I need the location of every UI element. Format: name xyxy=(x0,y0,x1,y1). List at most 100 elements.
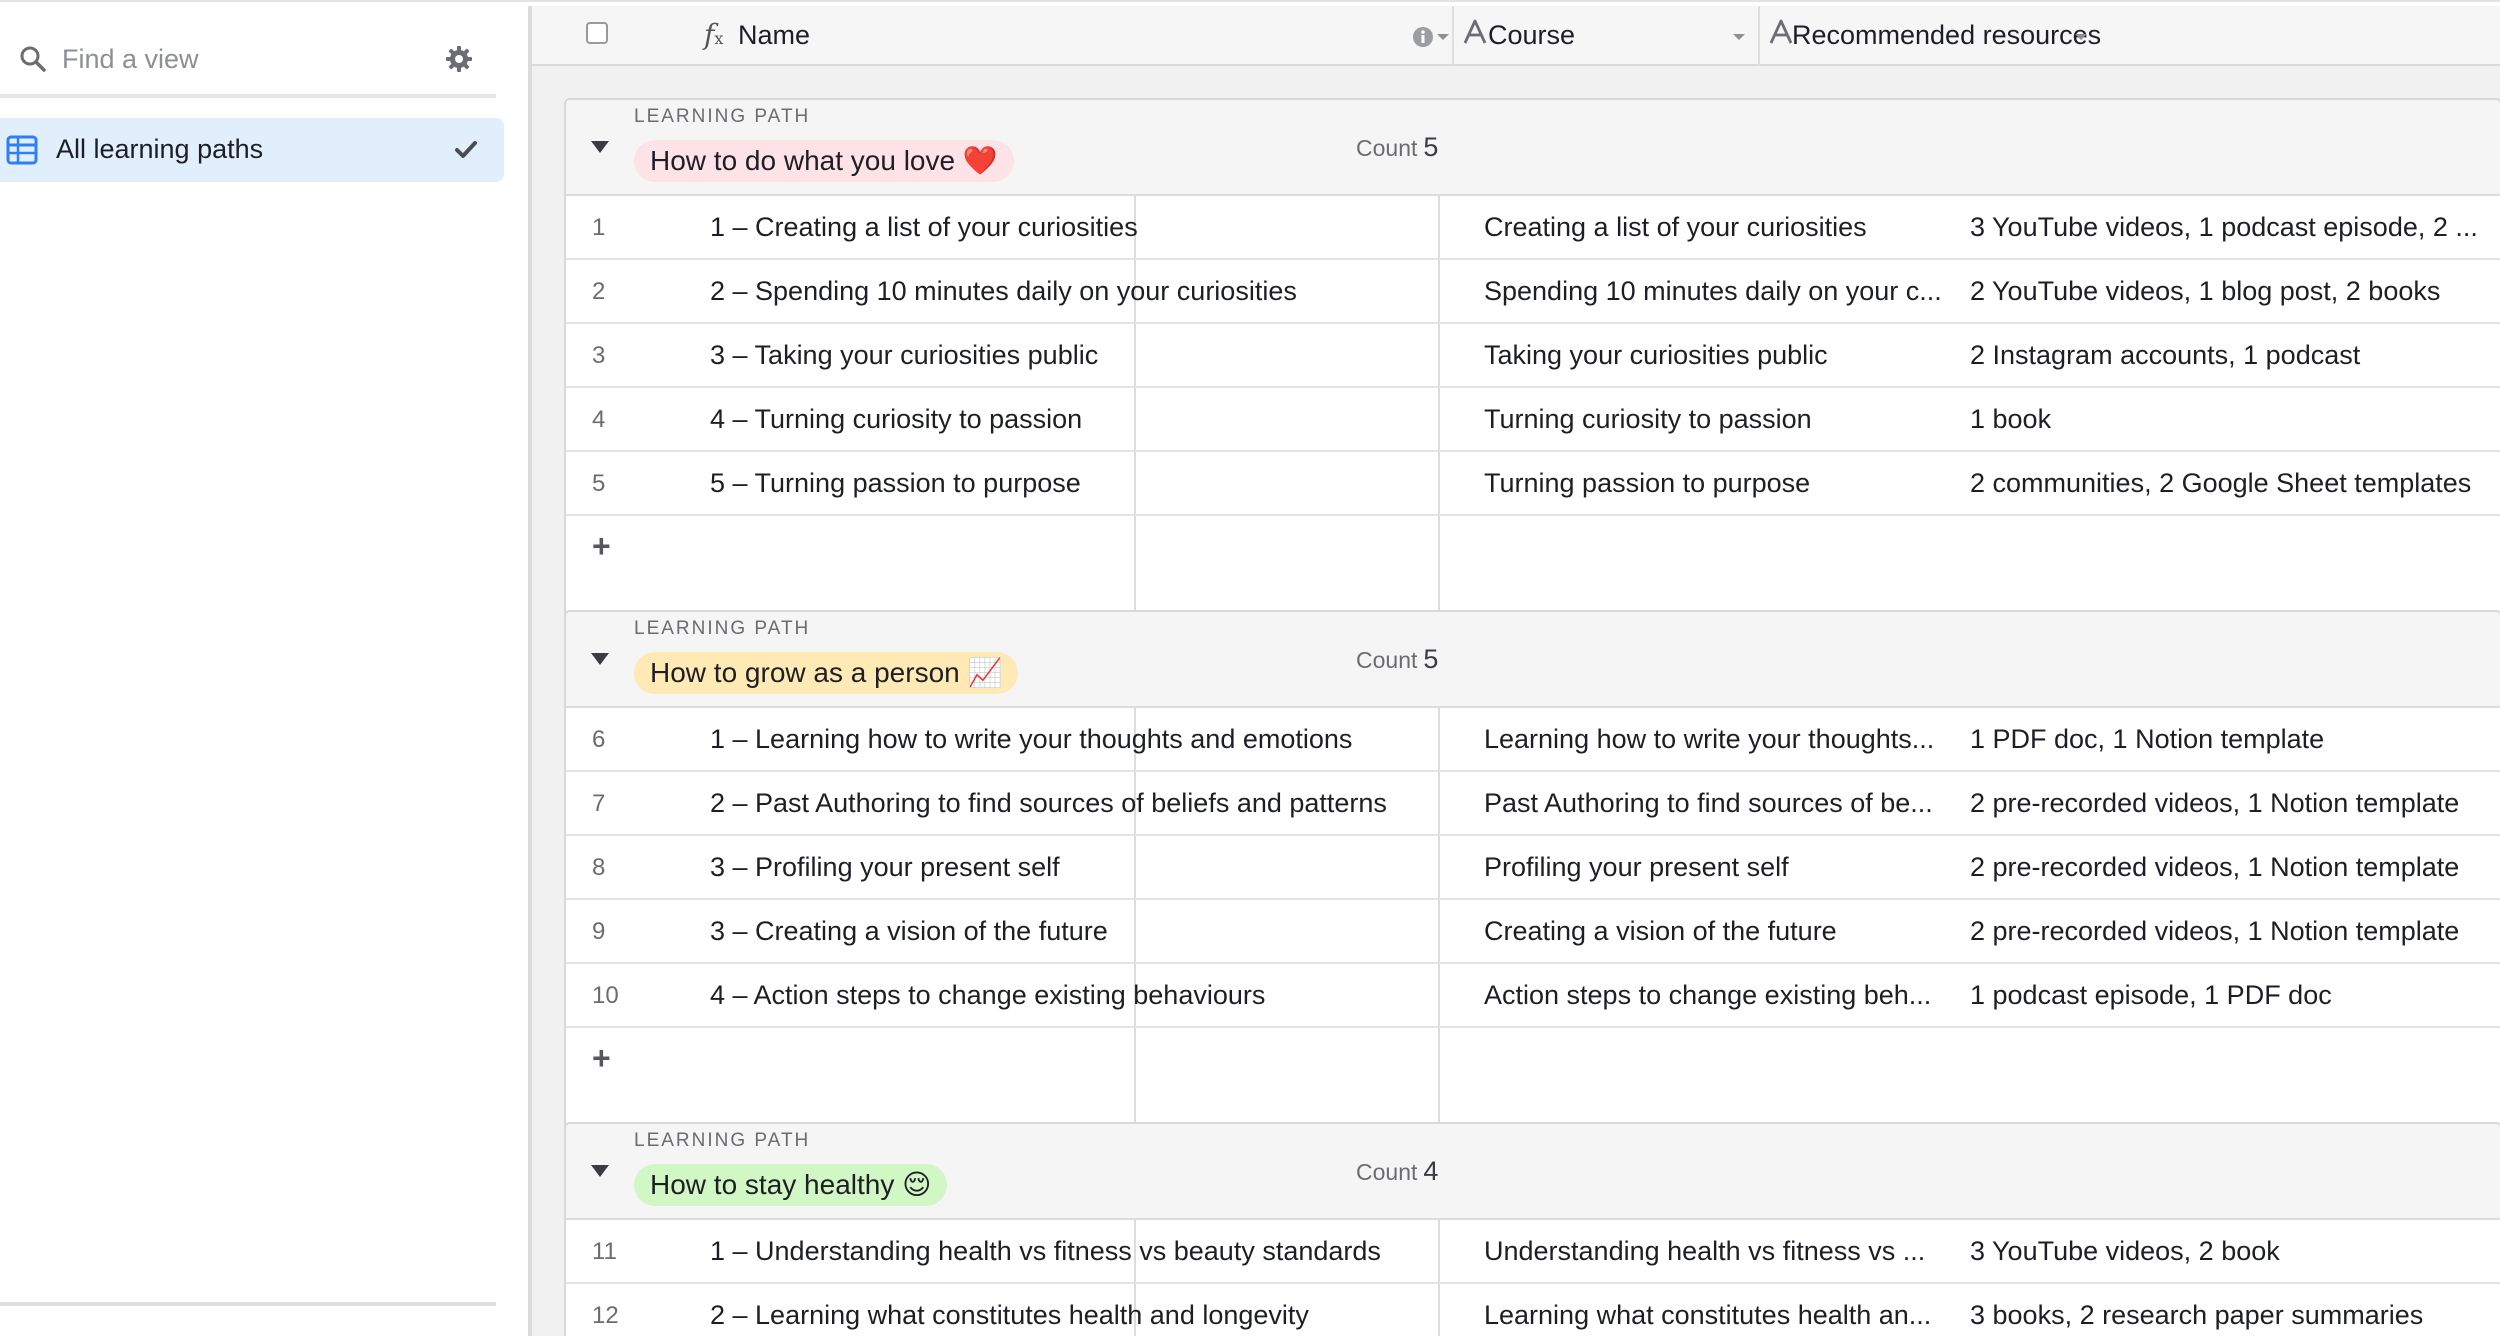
cell-resources[interactable]: 2 pre-recorded videos, 1 Notion template xyxy=(1970,916,2500,947)
plus-icon[interactable]: + xyxy=(592,528,611,565)
cell-name[interactable]: 4 – Action steps to change existing beha… xyxy=(710,980,1454,1011)
grid-view-icon xyxy=(6,135,38,165)
row-number: 5 xyxy=(592,470,606,497)
collapse-caret-icon[interactable] xyxy=(590,1164,610,1178)
cell-course[interactable]: Action steps to change existing beh... xyxy=(1484,980,1956,1011)
cell-course[interactable]: Turning passion to purpose xyxy=(1484,468,1956,499)
cell-resources[interactable]: 3 YouTube videos, 1 podcast episode, 2 .… xyxy=(1970,212,2500,243)
table-row[interactable]: 4 4 – Turning curiosity to passion Turning… xyxy=(566,388,2500,452)
row-number: 1 xyxy=(592,214,606,241)
row-number: 6 xyxy=(592,726,606,753)
chevron-down-icon[interactable] xyxy=(1436,32,1450,42)
count-value: 5 xyxy=(1423,644,1439,674)
count-value: 4 xyxy=(1423,1156,1439,1186)
cell-name[interactable]: 2 – Spending 10 minutes daily on your cu… xyxy=(710,276,1454,307)
cell-name[interactable]: 4 – Turning curiosity to passion xyxy=(710,404,1454,435)
cell-resources[interactable]: 2 Instagram accounts, 1 podcast xyxy=(1970,340,2500,371)
count-label: Count xyxy=(1356,135,1418,161)
grid-view: fx Name Course Recommended resources LEA… xyxy=(532,6,2500,1336)
formula-field-icon: fx xyxy=(704,18,724,51)
cell-course[interactable]: Spending 10 minutes daily on your c... xyxy=(1484,276,1956,307)
views-sidebar: All learning paths xyxy=(0,6,530,1336)
count-value: 5 xyxy=(1423,132,1439,162)
group-header[interactable]: LEARNING PATH How to stay healthy 😌 Coun… xyxy=(566,1124,2500,1220)
cell-name[interactable]: 1 – Learning how to write your thoughts … xyxy=(710,724,1454,755)
group-title-pill: How to grow as a person 📈 xyxy=(634,652,1019,694)
table-row[interactable]: 9 3 – Creating a vision of the future Crea… xyxy=(566,900,2500,964)
cell-name[interactable]: 3 – Creating a vision of the future xyxy=(710,916,1454,947)
add-record-row[interactable]: + xyxy=(566,516,2500,578)
group-how-to-do-what-you-love: LEARNING PATH How to do what you love ❤️… xyxy=(564,98,2500,620)
group-field-label: LEARNING PATH xyxy=(634,1130,811,1151)
cell-course[interactable]: Creating a list of your curiosities xyxy=(1484,212,1956,243)
cell-resources[interactable]: 1 book xyxy=(1970,404,2500,435)
search-icon xyxy=(20,46,46,72)
collapse-caret-icon[interactable] xyxy=(590,140,610,154)
row-number: 11 xyxy=(592,1238,617,1265)
info-icon[interactable] xyxy=(1412,26,1434,48)
cell-resources[interactable]: 1 podcast episode, 1 PDF doc xyxy=(1970,980,2500,1011)
plus-icon[interactable]: + xyxy=(592,1040,611,1077)
group-title-pill: How to do what you love ❤️ xyxy=(634,140,1014,182)
cell-course[interactable]: Past Authoring to find sources of be... xyxy=(1484,788,1956,819)
cell-name[interactable]: 2 – Past Authoring to find sources of be… xyxy=(710,788,1454,819)
find-view-input[interactable] xyxy=(62,38,422,80)
count-label: Count xyxy=(1356,647,1418,673)
cell-name[interactable]: 5 – Turning passion to purpose xyxy=(710,468,1454,499)
view-item-all-learning-paths[interactable]: All learning paths xyxy=(0,118,504,182)
row-number: 12 xyxy=(592,1302,619,1329)
row-number: 10 xyxy=(592,982,619,1009)
table-row[interactable]: 3 3 – Taking your curiosities public Takin… xyxy=(566,324,2500,388)
cell-resources[interactable]: 2 pre-recorded videos, 1 Notion template xyxy=(1970,852,2500,883)
row-number: 7 xyxy=(592,790,606,817)
group-count: Count 5 xyxy=(1356,132,1438,163)
table-row[interactable]: 8 3 – Profiling your present self Profilin… xyxy=(566,836,2500,900)
group-how-to-grow-as-a-person: LEARNING PATH How to grow as a person 📈 … xyxy=(564,610,2500,1132)
cell-course[interactable]: Turning curiosity to passion xyxy=(1484,404,1956,435)
cell-resources[interactable]: 3 YouTube videos, 2 book xyxy=(1970,1236,2500,1267)
cell-name[interactable]: 2 – Learning what constitutes health and… xyxy=(710,1300,1454,1331)
top-border xyxy=(0,0,2500,2)
cell-name[interactable]: 3 – Profiling your present self xyxy=(710,852,1454,883)
chevron-down-icon[interactable] xyxy=(2074,32,2088,42)
field-header-row: fx Name Course Recommended resources xyxy=(532,6,2500,66)
table-row[interactable]: 1 1 – Creating a list of your curiosities… xyxy=(566,196,2500,260)
cell-course[interactable]: Creating a vision of the future xyxy=(1484,916,1956,947)
cell-course[interactable]: Learning how to write your thoughts... xyxy=(1484,724,1956,755)
text-field-icon xyxy=(1769,19,1793,44)
group-header[interactable]: LEARNING PATH How to grow as a person 📈 … xyxy=(566,612,2500,708)
table-row[interactable]: 11 1 – Understanding health vs fitness vs… xyxy=(566,1220,2500,1284)
group-count: Count 5 xyxy=(1356,644,1438,675)
table-row[interactable]: 7 2 – Past Authoring to find sources of b… xyxy=(566,772,2500,836)
cell-resources[interactable]: 1 PDF doc, 1 Notion template xyxy=(1970,724,2500,755)
collapse-caret-icon[interactable] xyxy=(590,652,610,666)
cell-course[interactable]: Learning what constitutes health an... xyxy=(1484,1300,1956,1331)
table-row[interactable]: 6 1 – Learning how to write your thoughts… xyxy=(566,708,2500,772)
group-header[interactable]: LEARNING PATH How to do what you love ❤️… xyxy=(566,100,2500,196)
view-search-row xyxy=(0,26,496,98)
cell-course[interactable]: Understanding health vs fitness vs ... xyxy=(1484,1236,1956,1267)
cell-resources[interactable]: 3 books, 2 research paper summaries xyxy=(1970,1300,2500,1331)
view-label: All learning paths xyxy=(56,134,264,164)
cell-course[interactable]: Taking your curiosities public xyxy=(1484,340,1956,371)
gear-icon[interactable] xyxy=(444,44,474,74)
cell-resources[interactable]: 2 YouTube videos, 1 blog post, 2 books xyxy=(1970,276,2500,307)
cell-resources[interactable]: 2 communities, 2 Google Sheet templates xyxy=(1970,468,2500,499)
chevron-down-icon[interactable] xyxy=(1732,32,1746,42)
field-header-name[interactable]: fx Name xyxy=(532,6,1452,66)
cell-name[interactable]: 3 – Taking your curiosities public xyxy=(710,340,1454,371)
table-row[interactable]: 2 2 – Spending 10 minutes daily on your c… xyxy=(566,260,2500,324)
cell-resources[interactable]: 2 pre-recorded videos, 1 Notion template xyxy=(1970,788,2500,819)
cell-name[interactable]: 1 – Creating a list of your curiosities xyxy=(710,212,1454,243)
field-header-course[interactable]: Course xyxy=(1454,6,1758,66)
check-icon xyxy=(455,141,477,158)
table-row[interactable]: 12 2 – Learning what constitutes health a… xyxy=(566,1284,2500,1336)
cell-name[interactable]: 1 – Understanding health vs fitness vs b… xyxy=(710,1236,1454,1267)
table-row[interactable]: 5 5 – Turning passion to purpose Turning p… xyxy=(566,452,2500,516)
table-row[interactable]: 10 4 – Action steps to change existing be… xyxy=(566,964,2500,1028)
group-how-to-stay-healthy: LEARNING PATH How to stay healthy 😌 Coun… xyxy=(564,1122,2500,1336)
add-record-row[interactable]: + xyxy=(566,1028,2500,1090)
row-number: 2 xyxy=(592,278,606,305)
field-header-resources[interactable]: Recommended resources xyxy=(1760,6,2500,66)
cell-course[interactable]: Profiling your present self xyxy=(1484,852,1956,883)
